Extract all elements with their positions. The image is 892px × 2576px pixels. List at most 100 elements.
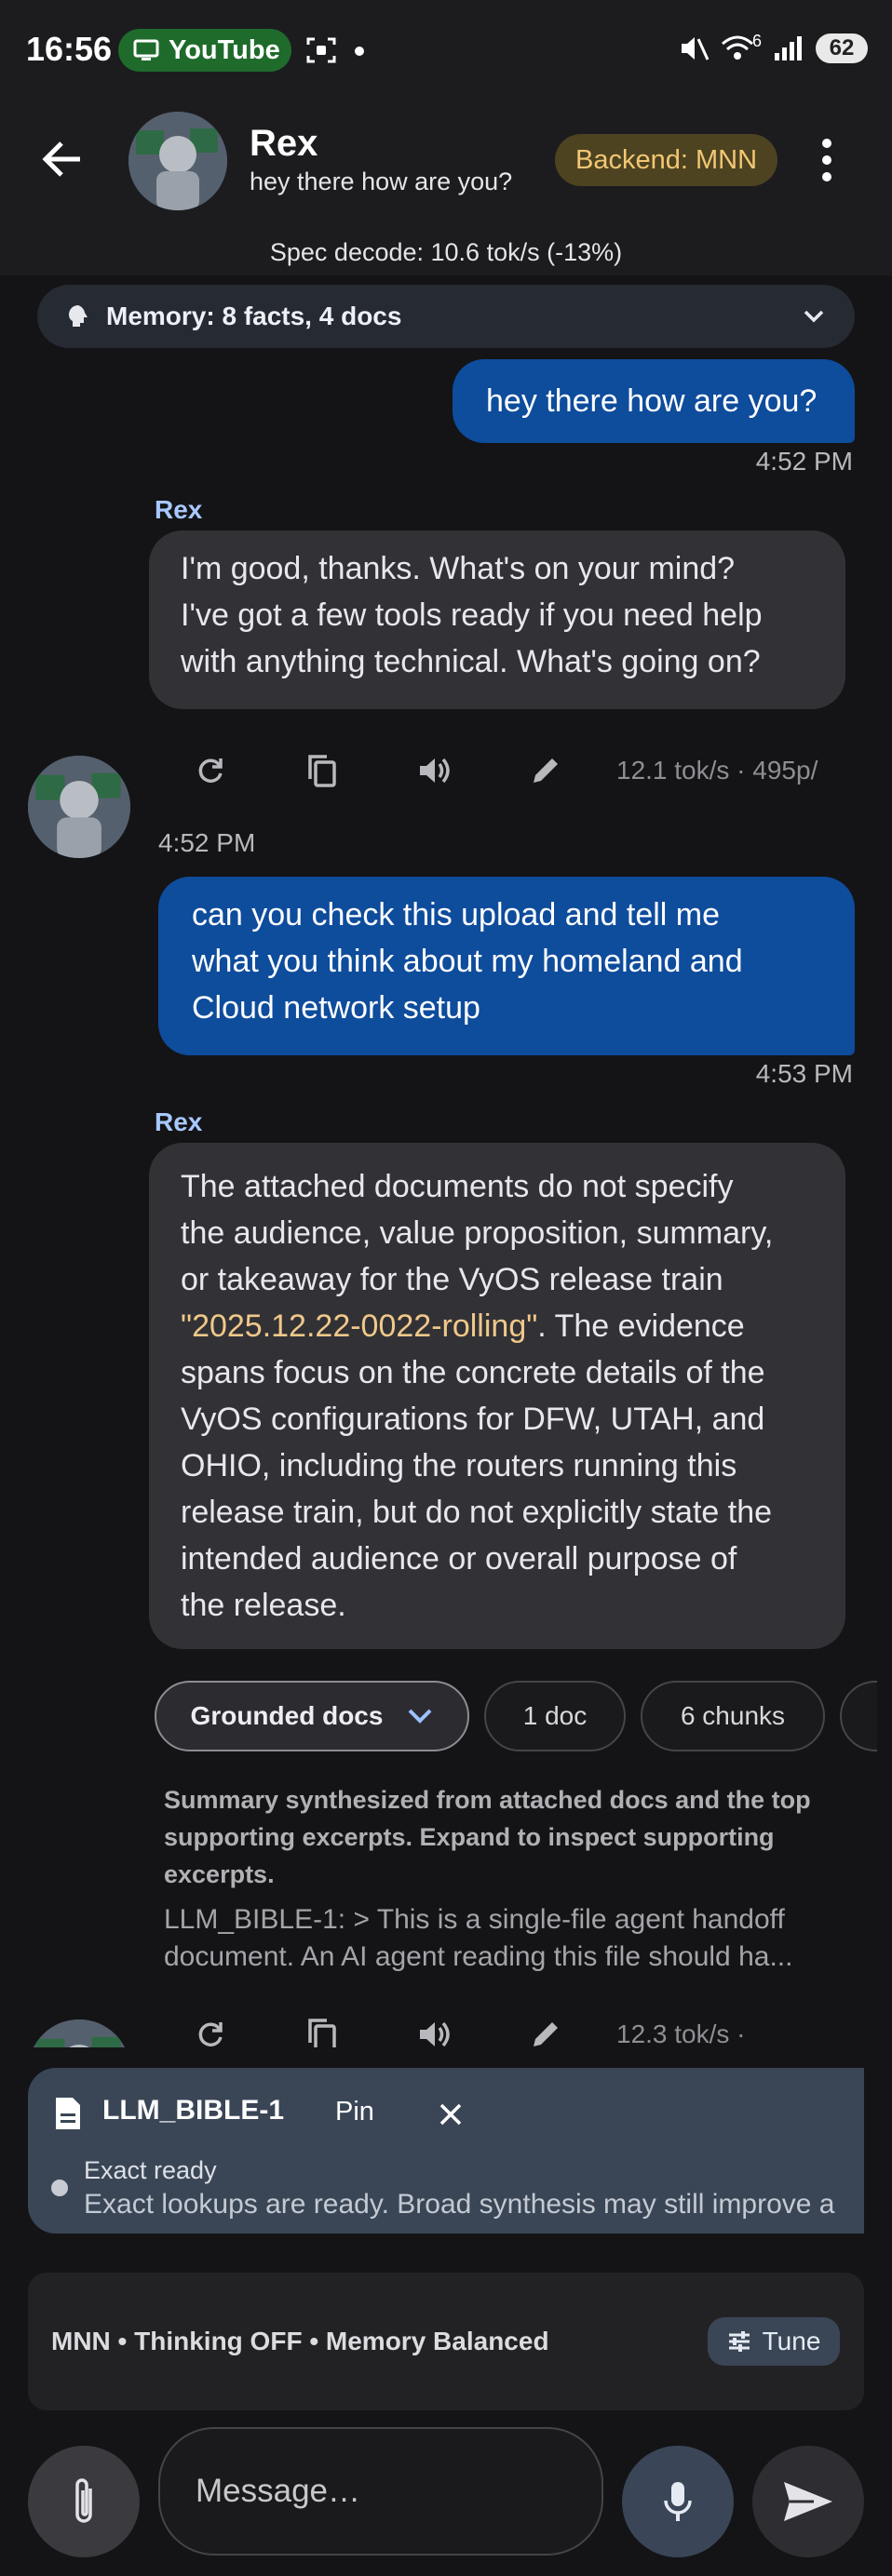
message-actions: 12.1 tok/s · 495p/: [155, 745, 818, 797]
refresh-icon: [198, 758, 223, 783]
back-arrow-icon[interactable]: [41, 138, 84, 181]
grounded-docs-toggle[interactable]: Grounded docs: [155, 1681, 469, 1751]
message-line: spans focus on the concrete details of t…: [181, 1355, 765, 1390]
supporting-excerpt[interactable]: LLM_BIBLE-1: > This is a single-file age…: [164, 1901, 792, 1976]
index-status-desc: Exact lookups are ready. Broad synthesis…: [84, 2189, 835, 2220]
grounding-note: Summary synthesized from attached docs a…: [164, 1781, 811, 1893]
wifi-icon: [721, 35, 753, 60]
speaker-icon: [420, 2021, 450, 2047]
speak-button[interactable]: [378, 755, 490, 786]
message-fragment: . The evidence: [537, 1308, 745, 1344]
tune-button[interactable]: Tune: [708, 2317, 840, 2366]
memory-label: Memory: 8 facts, 4 docs: [106, 302, 402, 330]
regenerate-button[interactable]: [155, 2019, 266, 2050]
model-settings-label: MNN • Thinking OFF • Memory Balanced: [51, 2327, 549, 2355]
signal-icon: [775, 36, 802, 60]
microphone-icon: [664, 2482, 692, 2521]
pin-button[interactable]: Pin: [335, 2097, 374, 2127]
attach-button[interactable]: [28, 2446, 140, 2557]
chunk-count-chip[interactable]: 6 chunks: [641, 1681, 825, 1751]
message-line: "2025.12.22-0022-rolling". The evidence: [181, 1303, 814, 1349]
message-text: hey there how are you?: [486, 383, 818, 419]
assistant-message-bubble[interactable]: The attached documents do not specify th…: [149, 1143, 845, 1649]
sender-name: Rex: [155, 495, 203, 524]
message-line: or takeaway for the VyOS release train: [181, 1262, 723, 1297]
chevron-down-icon: [409, 1709, 432, 1724]
message-timestamp: 4:52 PM: [755, 447, 853, 476]
chat-subtitle: hey there how are you?: [250, 168, 513, 195]
microphone-button[interactable]: [622, 2446, 734, 2557]
pencil-icon: [534, 2022, 558, 2046]
user-message-bubble[interactable]: hey there how are you?: [453, 359, 855, 443]
notification-dot: [355, 47, 364, 56]
robot-avatar-icon: [128, 112, 227, 210]
paperclip-icon: [75, 2478, 92, 2523]
chevron-down-icon[interactable]: [803, 309, 825, 324]
message-line: with anything technical. What's going on…: [181, 644, 761, 679]
spec-decode-stat: Spec decode: 10.6 tok/s (-13%): [269, 238, 623, 266]
screen-icon: [133, 39, 159, 60]
copy-button[interactable]: [266, 753, 378, 788]
document-icon: [56, 2098, 80, 2129]
more-chip[interactable]: [840, 1681, 877, 1751]
status-right: 6 62: [678, 31, 868, 63]
message-line: release train, but do not explicitly sta…: [181, 1495, 773, 1530]
robot-avatar-icon: [28, 756, 130, 858]
message-line: can you check this upload and tell me: [192, 897, 721, 932]
message-line: OHIO, including the routers running this: [181, 1448, 737, 1483]
edit-button[interactable]: [490, 755, 601, 786]
message-timestamp: 4:52 PM: [158, 828, 256, 857]
close-icon[interactable]: [438, 2101, 464, 2127]
pencil-icon: [534, 758, 558, 783]
message-line: the release.: [181, 1588, 346, 1623]
send-button[interactable]: [752, 2446, 864, 2557]
regenerate-button[interactable]: [155, 755, 266, 786]
message-input[interactable]: [158, 2427, 603, 2556]
battery-indicator: 62: [816, 34, 868, 63]
copy-icon: [308, 755, 336, 787]
release-tag: "2025.12.22-0022-rolling": [181, 1308, 538, 1344]
sender-name: Rex: [155, 1107, 203, 1136]
note-line: Summary synthesized from attached docs a…: [164, 1786, 811, 1814]
excerpt-line: LLM_BIBLE-1: > This is a single-file age…: [164, 1904, 785, 1935]
network-type: 6: [751, 31, 762, 50]
sliders-icon: [728, 2331, 750, 2352]
more-options-icon[interactable]: [808, 136, 845, 184]
chat-title: Rex: [250, 123, 318, 164]
tune-label: Tune: [762, 2327, 821, 2355]
status-time: 16:56: [26, 30, 113, 68]
screen-record-icon: [306, 37, 336, 63]
message-line: I'm good, thanks. What's on your mind?: [181, 551, 736, 586]
assistant-message-bubble[interactable]: I'm good, thanks. What's on your mind? I…: [149, 530, 845, 709]
note-line: supporting excerpts. Expand to inspect s…: [164, 1823, 775, 1851]
message-line: the audience, value proposition, summary…: [181, 1215, 774, 1251]
user-message-bubble[interactable]: can you check this upload and tell me wh…: [158, 877, 855, 1055]
backend-badge[interactable]: Backend: MNN: [555, 134, 778, 186]
message-line: The attached documents do not specify: [181, 1169, 734, 1204]
index-status-title: Exact ready: [84, 2156, 217, 2184]
status-dot: [51, 2180, 68, 2196]
edit-button[interactable]: [490, 2019, 601, 2050]
message-line: intended audience or overall purpose of: [181, 1541, 737, 1576]
message-line: Cloud network setup: [192, 990, 480, 1026]
token-stats: 12.3 tok/s ·: [616, 2019, 746, 2048]
speak-button[interactable]: [378, 2019, 490, 2050]
activity-label: YouTube: [169, 34, 280, 65]
memory-bar[interactable]: Memory: 8 facts, 4 docs: [37, 285, 855, 348]
message-timestamp: 4:53 PM: [755, 1059, 853, 1088]
doc-count-chip[interactable]: 1 doc: [484, 1681, 626, 1751]
activity-pill[interactable]: YouTube: [118, 29, 291, 72]
chip-label: Grounded docs: [190, 1701, 384, 1730]
message-line: VyOS configurations for DFW, UTAH, and: [181, 1402, 765, 1437]
token-stats: 12.1 tok/s · 495p/: [616, 756, 818, 785]
note-line: excerpts.: [164, 1860, 275, 1888]
assistant-avatar: [28, 756, 130, 858]
mute-icon: [681, 37, 710, 60]
message-line: I've got a few tools ready if you need h…: [181, 597, 763, 633]
message-line: what you think about my homeland and: [192, 944, 743, 979]
attachment-title: LLM_BIBLE-1: [102, 2095, 284, 2126]
brain-icon: [69, 305, 88, 327]
excerpt-line: document. An AI agent reading this file …: [164, 1941, 793, 1972]
avatar[interactable]: [128, 112, 227, 210]
refresh-icon: [198, 2022, 223, 2046]
